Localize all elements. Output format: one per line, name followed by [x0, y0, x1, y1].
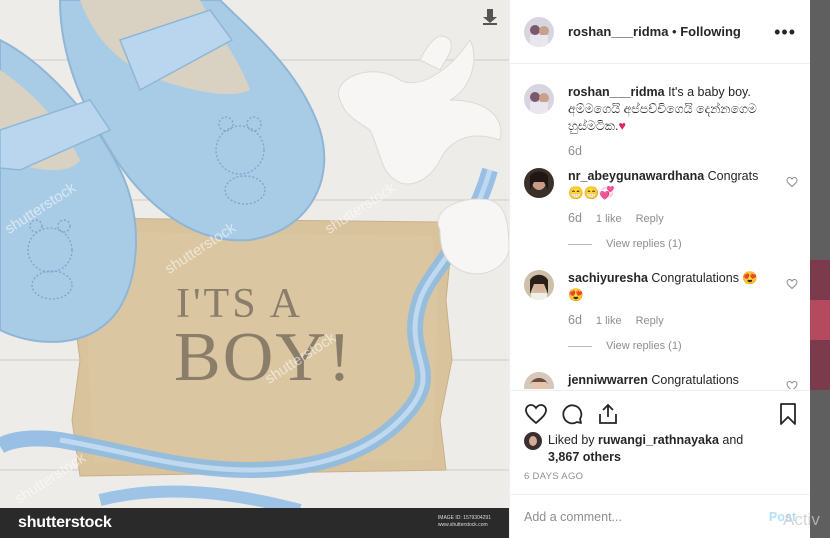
comment-meta: 6d 1 like Reply: [568, 312, 778, 330]
reply-button[interactable]: Reply: [636, 313, 664, 330]
separator-dot: •: [668, 24, 681, 39]
post-actions: [510, 390, 810, 430]
add-comment-input[interactable]: [524, 509, 769, 524]
likes-summary: Liked by ruwangi_rathnayaka and 3,867 ot…: [524, 432, 794, 466]
likes-others-count[interactable]: 3,867 others: [548, 450, 621, 464]
comment-username[interactable]: jenniwwarren: [568, 373, 648, 387]
replies-divider: [568, 244, 592, 245]
liked-by-joiner: and: [718, 433, 744, 447]
comment-emoji: 😁😁💞: [568, 186, 615, 200]
comment-text: Congratulations: [651, 373, 739, 387]
author-avatar[interactable]: [524, 84, 554, 114]
commenter-avatar[interactable]: [524, 168, 554, 198]
post-photo[interactable]: I'TS A BOY! shutterstock shutterstock sh…: [0, 0, 509, 538]
add-comment-bar: Post: [510, 494, 810, 538]
image-id-label: IMAGE ID: 1579304291: [437, 515, 491, 521]
comment-body: nr_abeygunawardhana Congrats 😁😁💞 6d 1 li…: [568, 168, 778, 253]
comment-body: sachiyuresha Congratulations 😍 😍 6d 1 li…: [568, 270, 778, 355]
share-icon[interactable]: [596, 402, 620, 426]
background-page-strip: [810, 0, 830, 538]
liker-avatar[interactable]: [524, 432, 542, 450]
caption-username[interactable]: roshan___ridma: [568, 85, 665, 99]
caption-time[interactable]: 6d: [568, 143, 582, 160]
comment-text: Congratulations 😍: [651, 271, 758, 285]
image-site: www.shutterstock.com: [437, 522, 488, 528]
activate-windows-watermark: Activ: [783, 510, 820, 529]
heart-emoji: ♥: [618, 119, 626, 133]
comment-likes[interactable]: 1 like: [596, 211, 622, 228]
comment-body: jenniwwarren Congratulations: [568, 372, 778, 389]
reply-button[interactable]: Reply: [636, 211, 664, 228]
likes-text: Liked by ruwangi_rathnayaka and 3,867 ot…: [548, 432, 794, 466]
liker-username[interactable]: ruwangi_rathnayaka: [598, 433, 719, 447]
comment-emoji: 😍: [568, 288, 584, 302]
shutterstock-footer: shutterstock IMAGE ID: 1579304291 www.sh…: [0, 508, 509, 538]
post-date[interactable]: 6 DAYS AGO: [524, 471, 583, 482]
image-id-info: IMAGE ID: 1579304291 www.shutterstock.co…: [438, 515, 491, 529]
following-button[interactable]: Following: [680, 24, 741, 39]
comment-username[interactable]: sachiyuresha: [568, 271, 648, 285]
author-avatar[interactable]: [524, 16, 554, 47]
post-side-panel: roshan___ridma • Following ••• roshan___…: [509, 0, 810, 538]
instagram-post-viewer: I'TS A BOY! shutterstock shutterstock sh…: [0, 0, 830, 538]
comment-username[interactable]: nr_abeygunawardhana: [568, 169, 704, 183]
comment-bubble-icon[interactable]: [560, 402, 584, 426]
bookmark-icon[interactable]: [776, 402, 800, 426]
more-options-icon[interactable]: •••: [774, 23, 796, 41]
comment-time[interactable]: 6d: [568, 210, 582, 227]
view-replies[interactable]: View replies (1): [568, 338, 778, 355]
caption-body: roshan___ridma It's a baby boy. අම්මගෙයි…: [568, 84, 778, 160]
comment-text: Congrats: [707, 169, 759, 183]
commenter-avatar[interactable]: [524, 270, 554, 300]
comment-time[interactable]: 6d: [568, 312, 582, 329]
like-comment-heart-icon[interactable]: [786, 380, 798, 389]
commenter-avatar[interactable]: [524, 372, 554, 389]
caption-meta: 6d: [568, 143, 778, 160]
view-replies-label[interactable]: View replies (1): [606, 236, 682, 253]
like-comment-heart-icon[interactable]: [786, 278, 798, 290]
download-icon[interactable]: [481, 8, 499, 26]
shutterstock-logo: shutterstock: [18, 514, 112, 531]
liked-by-prefix: Liked by: [548, 433, 599, 447]
author-line: roshan___ridma • Following: [568, 24, 741, 39]
view-replies-label[interactable]: View replies (1): [606, 338, 682, 355]
view-replies[interactable]: View replies (1): [568, 236, 778, 253]
comments-list[interactable]: roshan___ridma It's a baby boy. අම්මගෙයි…: [510, 65, 810, 389]
author-username[interactable]: roshan___ridma: [568, 24, 668, 39]
comment-likes[interactable]: 1 like: [596, 313, 622, 330]
post-header: roshan___ridma • Following •••: [510, 0, 810, 64]
like-heart-icon[interactable]: [524, 402, 548, 426]
comment-meta: 6d 1 like Reply: [568, 210, 778, 228]
replies-divider: [568, 346, 592, 347]
like-comment-heart-icon[interactable]: [786, 176, 798, 188]
